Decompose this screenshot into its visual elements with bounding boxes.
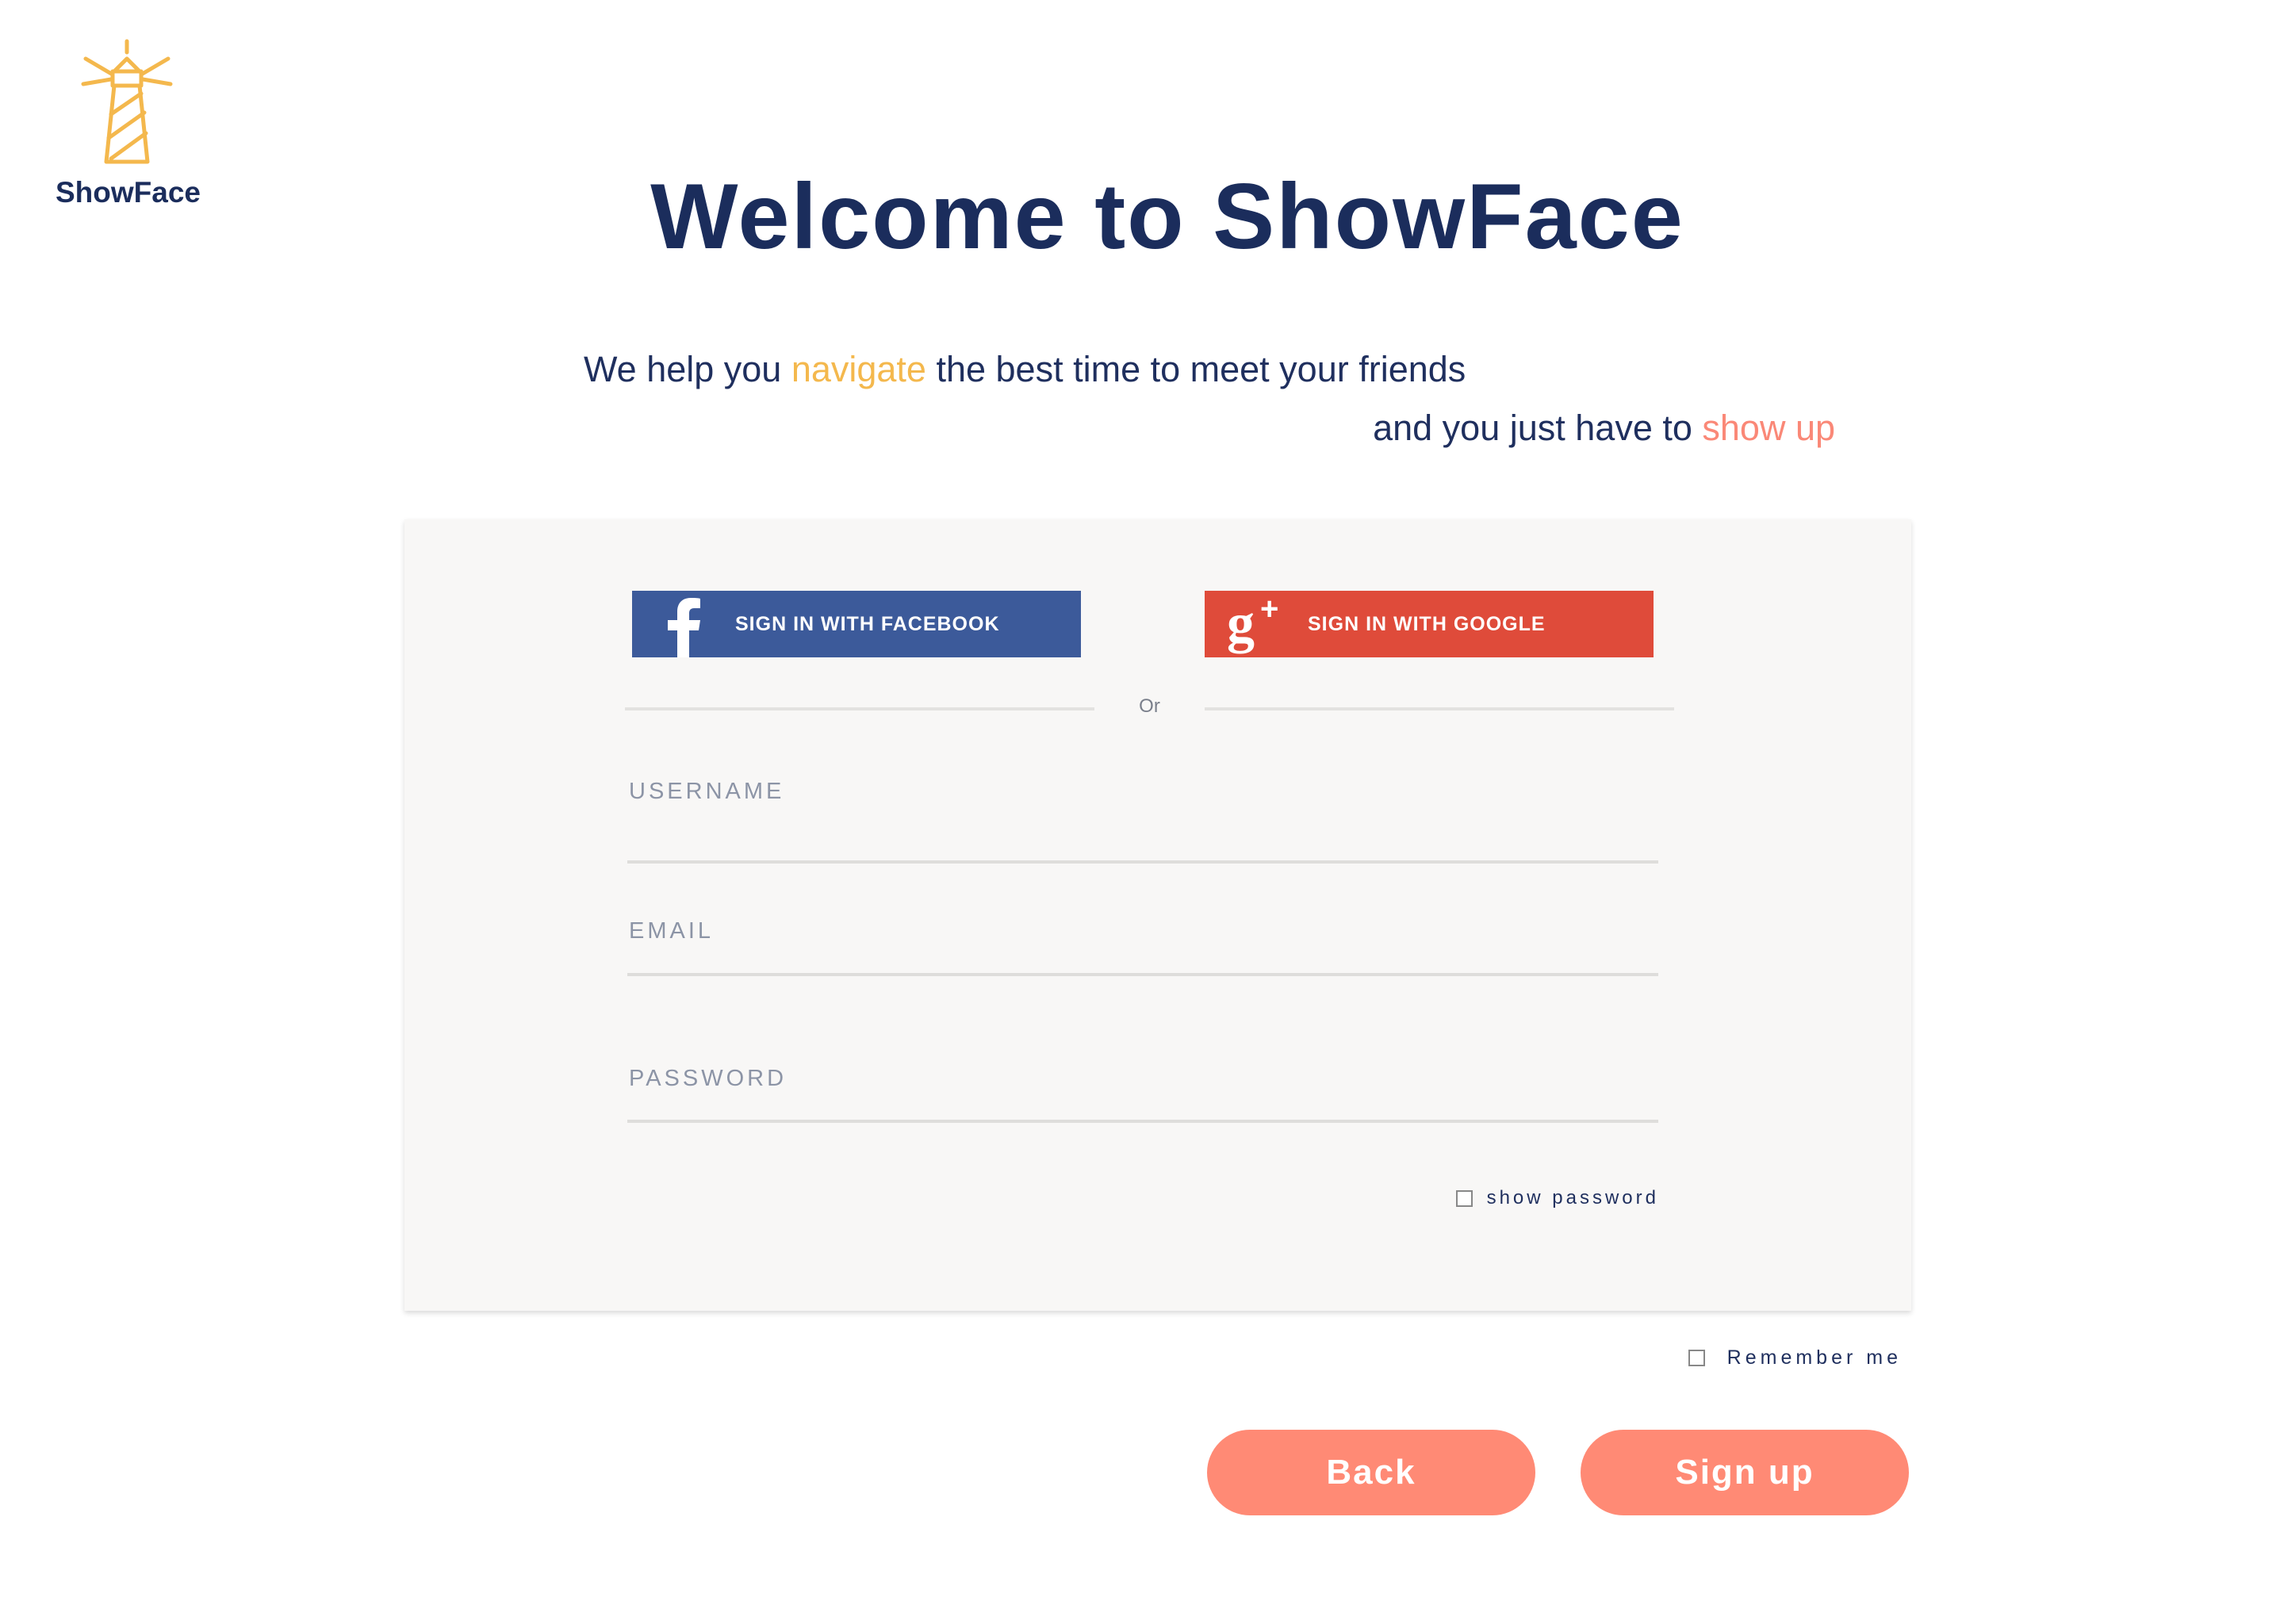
tagline-text: We help you bbox=[584, 349, 791, 389]
email-input[interactable] bbox=[627, 925, 1658, 976]
remember-me-label: Remember me bbox=[1726, 1346, 1902, 1369]
google-signin-label: SIGN IN WITH GOOGLE bbox=[1308, 612, 1546, 635]
show-password-toggle[interactable]: show password bbox=[1455, 1187, 1659, 1209]
username-input[interactable] bbox=[627, 813, 1658, 864]
tagline-text: the best time to meet your friends bbox=[925, 349, 1466, 389]
remember-me-toggle[interactable]: Remember me bbox=[1688, 1346, 1902, 1369]
tagline-text: and you just have to bbox=[1373, 408, 1703, 448]
page-title: Welcome to ShowFace bbox=[650, 164, 1684, 268]
password-input[interactable] bbox=[627, 1072, 1658, 1123]
divider-left bbox=[625, 707, 1094, 710]
svg-text:+: + bbox=[1260, 592, 1279, 626]
signup-button[interactable]: Sign up bbox=[1581, 1430, 1909, 1515]
username-label: USERNAME bbox=[629, 779, 785, 804]
tagline-highlight-navigate: navigate bbox=[791, 349, 926, 389]
google-signin-button[interactable]: g + SIGN IN WITH GOOGLE bbox=[1205, 591, 1654, 657]
show-password-label: show password bbox=[1486, 1187, 1659, 1208]
svg-text:g: g bbox=[1227, 593, 1255, 654]
tagline-highlight-show-up: show up bbox=[1702, 408, 1835, 448]
facebook-icon bbox=[632, 591, 735, 657]
remember-me-checkbox[interactable] bbox=[1688, 1350, 1705, 1366]
tagline-line-1: We help you navigate the best time to me… bbox=[584, 349, 1466, 390]
facebook-signin-button[interactable]: SIGN IN WITH FACEBOOK bbox=[632, 591, 1081, 657]
signup-card: SIGN IN WITH FACEBOOK g + SIGN IN WITH G… bbox=[404, 519, 1911, 1311]
divider-right bbox=[1205, 707, 1674, 710]
facebook-signin-label: SIGN IN WITH FACEBOOK bbox=[735, 612, 1000, 635]
google-plus-icon: g + bbox=[1205, 591, 1308, 657]
lighthouse-icon bbox=[81, 39, 173, 164]
back-button[interactable]: Back bbox=[1207, 1430, 1535, 1515]
tagline-line-2: and you just have to show up bbox=[1373, 408, 1835, 449]
show-password-checkbox[interactable] bbox=[1455, 1189, 1473, 1207]
divider-or-text: Or bbox=[1139, 695, 1160, 717]
